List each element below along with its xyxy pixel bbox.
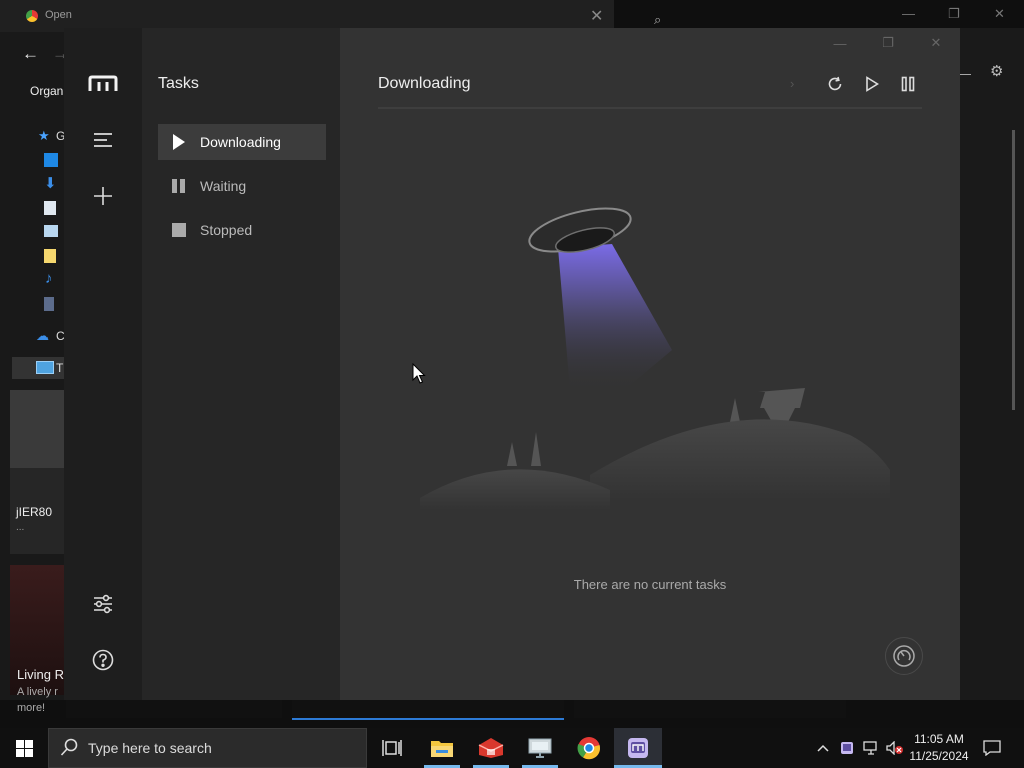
downloads-icon[interactable]: ⬇ bbox=[44, 174, 57, 192]
ufo-illustration bbox=[420, 207, 890, 510]
clock-date: 11/25/2024 bbox=[909, 749, 969, 763]
desktop-icon[interactable] bbox=[44, 153, 58, 167]
this-pc-label[interactable]: T bbox=[56, 361, 63, 375]
background-search-icon[interactable]: ⌕ bbox=[654, 12, 661, 28]
search-icon bbox=[60, 738, 78, 756]
file-explorer-icon bbox=[431, 741, 453, 757]
documents-icon[interactable] bbox=[44, 201, 56, 215]
back-arrow-icon[interactable]: ← bbox=[22, 44, 39, 64]
task-view-button[interactable] bbox=[368, 728, 416, 768]
maximize-icon[interactable]: ❐ bbox=[878, 34, 898, 52]
empty-state-message: There are no current tasks bbox=[573, 577, 727, 592]
pause-icon bbox=[158, 179, 200, 193]
app-red-icon bbox=[478, 738, 504, 758]
resume-all-icon bbox=[866, 76, 879, 92]
pause-all-icon bbox=[901, 76, 915, 92]
network-icon[interactable] bbox=[860, 728, 882, 768]
sidebar-item-label: Downloading bbox=[200, 134, 281, 150]
close-icon[interactable]: ✕ bbox=[926, 34, 946, 52]
chrome-icon bbox=[577, 737, 601, 760]
background-card-thumbnail bbox=[10, 390, 66, 468]
clock-time: 11:05 AM bbox=[914, 732, 964, 746]
search-placeholder: Type here to search bbox=[88, 740, 212, 756]
refresh-button[interactable] bbox=[822, 71, 848, 97]
task-view-icon bbox=[382, 740, 402, 756]
chrome-logo-icon bbox=[26, 10, 38, 22]
help-icon[interactable] bbox=[89, 646, 117, 674]
show-hidden-icons-chevron-icon[interactable] bbox=[812, 728, 834, 768]
background-card-2-line2: more! bbox=[17, 702, 46, 714]
background-strip-3 bbox=[574, 700, 846, 718]
organize-button[interactable]: Organ bbox=[30, 84, 63, 98]
page-title: Downloading bbox=[378, 75, 471, 92]
taskbar-file-explorer[interactable] bbox=[418, 728, 466, 768]
background-card-subtitle: ... bbox=[16, 522, 25, 533]
onedrive-icon[interactable]: ☁ bbox=[36, 328, 49, 344]
motrix-icon bbox=[628, 738, 648, 758]
start-button[interactable] bbox=[0, 728, 48, 768]
taskbar-remote-desktop[interactable] bbox=[516, 728, 564, 768]
background-strip-2 bbox=[292, 700, 564, 720]
notification-center-icon[interactable] bbox=[978, 728, 1006, 768]
preferences-icon[interactable] bbox=[89, 590, 117, 618]
speed-limit-button[interactable] bbox=[885, 637, 923, 675]
background-card-2-line1: A lively r bbox=[17, 686, 58, 698]
taskbar-chrome[interactable] bbox=[565, 728, 613, 768]
mouse-cursor-icon bbox=[412, 363, 426, 384]
sidebar-item-waiting[interactable]: Waiting bbox=[158, 168, 326, 204]
taskbar-red-app[interactable] bbox=[467, 728, 515, 768]
speedometer-icon bbox=[893, 645, 915, 667]
menu-icon[interactable] bbox=[89, 126, 117, 154]
background-dialog-close-icon[interactable]: ✕ bbox=[590, 6, 603, 26]
pause-all-button[interactable] bbox=[895, 71, 921, 97]
background-dialog-title: Open bbox=[45, 9, 72, 21]
background-strip-1 bbox=[66, 700, 282, 718]
background-card-2-title: Living R bbox=[17, 667, 64, 682]
background-minimize-icon[interactable]: — bbox=[902, 6, 915, 21]
remote-desktop-icon bbox=[528, 738, 552, 758]
videos-icon[interactable] bbox=[44, 297, 54, 311]
header-divider bbox=[378, 107, 922, 109]
pictures-icon[interactable] bbox=[44, 225, 58, 237]
minimize-icon[interactable]: — bbox=[830, 34, 850, 52]
background-card-title: jIER80 bbox=[16, 505, 53, 519]
taskbar-motrix[interactable] bbox=[614, 728, 662, 768]
sidebar-item-label: Waiting bbox=[200, 178, 247, 194]
refresh-icon bbox=[828, 76, 842, 91]
play-icon bbox=[158, 134, 200, 150]
background-scrollbar[interactable] bbox=[1012, 130, 1015, 410]
windows-logo-icon bbox=[15, 739, 33, 757]
add-task-icon[interactable] bbox=[89, 182, 117, 210]
sidebar-item-downloading[interactable]: Downloading bbox=[158, 124, 326, 160]
chevron-right-icon: › bbox=[790, 76, 795, 91]
quick-access-icon[interactable]: ★ bbox=[38, 128, 50, 144]
folder-icon[interactable] bbox=[44, 249, 56, 263]
background-restore-icon[interactable]: ❐ bbox=[948, 6, 960, 22]
taskbar-clock[interactable]: 11:05 AM 11/25/2024 bbox=[902, 731, 976, 765]
resume-all-button[interactable] bbox=[859, 71, 885, 97]
stop-icon bbox=[158, 223, 200, 237]
sidebar-title: Tasks bbox=[158, 75, 199, 92]
motrix-logo-icon bbox=[88, 75, 118, 91]
settings-gear-icon[interactable]: ⚙ bbox=[990, 62, 1003, 80]
this-pc-icon[interactable] bbox=[36, 361, 54, 374]
music-icon[interactable]: ♪ bbox=[45, 270, 53, 287]
background-close-icon[interactable]: ✕ bbox=[994, 6, 1005, 22]
sidebar-item-label: Stopped bbox=[200, 222, 253, 238]
sidebar-item-stopped[interactable]: Stopped bbox=[158, 212, 326, 248]
motrix-tray-icon[interactable] bbox=[836, 728, 858, 768]
